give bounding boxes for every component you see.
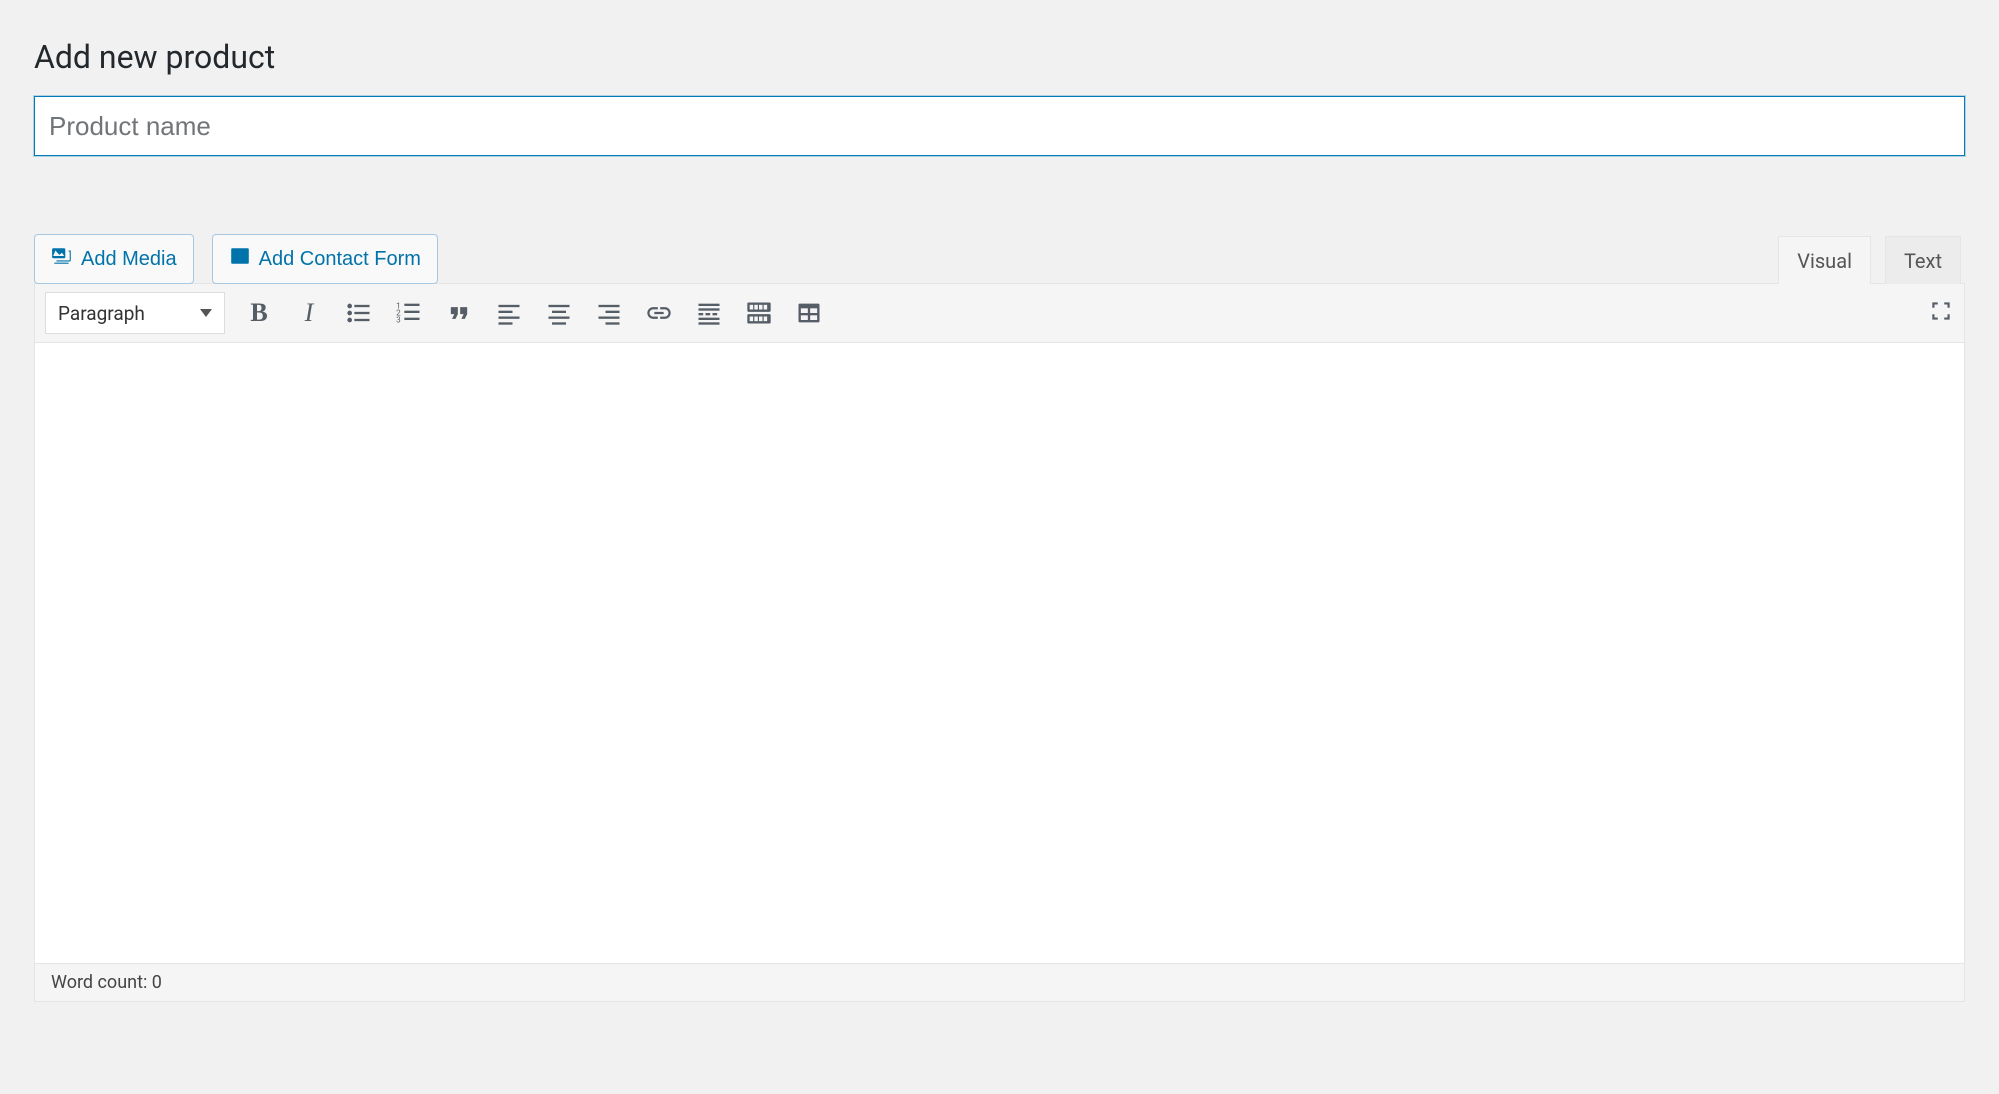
status-bar: Word count: 0 xyxy=(35,963,1964,1001)
editor-body[interactable] xyxy=(35,343,1964,963)
link-button[interactable] xyxy=(643,297,675,329)
align-center-button[interactable] xyxy=(543,297,575,329)
toolbar-buttons: B I 123 xyxy=(243,297,825,329)
align-left-button[interactable] xyxy=(493,297,525,329)
fullscreen-button[interactable] xyxy=(1928,298,1954,328)
media-buttons: Add Media Add Contact Form xyxy=(34,234,438,284)
add-contact-form-label: Add Contact Form xyxy=(259,248,421,271)
format-select[interactable]: Paragraph xyxy=(45,292,225,334)
product-name-input[interactable] xyxy=(34,96,1965,156)
format-select-label: Paragraph xyxy=(58,302,145,325)
tab-visual[interactable]: Visual xyxy=(1778,236,1871,284)
bold-button[interactable]: B xyxy=(243,297,275,329)
table-button[interactable] xyxy=(793,297,825,329)
toolbar-toggle-button[interactable] xyxy=(743,297,775,329)
blockquote-button[interactable] xyxy=(443,297,475,329)
form-icon xyxy=(229,245,251,273)
tab-text[interactable]: Text xyxy=(1885,236,1961,284)
word-count-label: Word count: xyxy=(51,972,152,993)
spacer xyxy=(34,156,1965,234)
media-and-tabs-row: Add Media Add Contact Form Visual Text xyxy=(34,234,1965,284)
add-contact-form-button[interactable]: Add Contact Form xyxy=(212,234,438,284)
editor-tabs: Visual Text xyxy=(1778,236,1965,284)
italic-button[interactable]: I xyxy=(293,297,325,329)
editor-toolbar: Paragraph B I 123 xyxy=(35,284,1964,343)
chevron-down-icon xyxy=(200,309,212,317)
word-count-value: 0 xyxy=(152,972,162,993)
editor-container: Paragraph B I 123 xyxy=(34,283,1965,1002)
align-right-button[interactable] xyxy=(593,297,625,329)
media-icon xyxy=(51,245,73,273)
bulleted-list-button[interactable] xyxy=(343,297,375,329)
read-more-button[interactable] xyxy=(693,297,725,329)
add-media-label: Add Media xyxy=(81,248,177,271)
svg-text:3: 3 xyxy=(396,314,401,324)
numbered-list-button[interactable]: 123 xyxy=(393,297,425,329)
page-title: Add new product xyxy=(34,38,1965,76)
add-media-button[interactable]: Add Media xyxy=(34,234,194,284)
